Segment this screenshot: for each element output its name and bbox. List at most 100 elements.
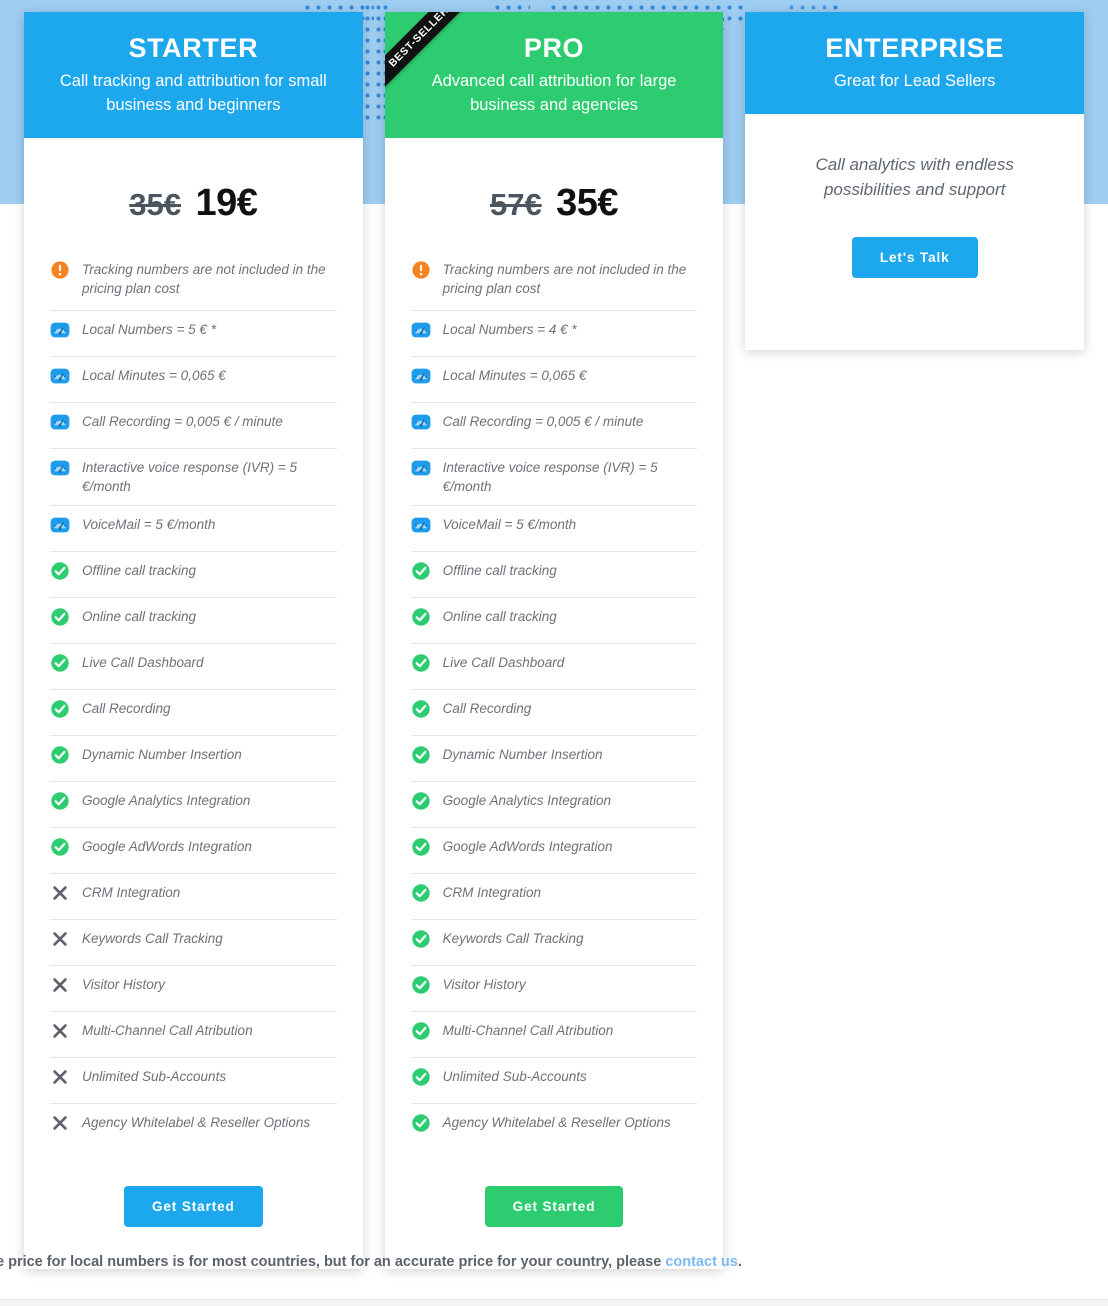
feature-row: CRM Integration	[50, 874, 337, 921]
feature-label: Local Numbers = 4 € *	[442, 321, 577, 337]
plan-tagline: Great for Lead Sellers	[833, 71, 996, 90]
feature-label: Live Call Dashboard	[442, 655, 565, 671]
price-original: 57€	[489, 186, 542, 222]
check-icon	[50, 745, 70, 765]
check-icon	[411, 1113, 431, 1133]
feature-row: Google AdWords Integration	[50, 828, 337, 875]
feature-label: Call Recording	[442, 701, 532, 717]
bottom-divider	[0, 1299, 1108, 1306]
feature-row: Online call tracking	[50, 598, 337, 645]
contact-us-link[interactable]: contact us	[665, 1254, 738, 1270]
feature-row: Google Analytics Integration	[410, 782, 698, 829]
feature-label: Dynamic Number Insertion	[82, 747, 242, 763]
feature-row: Local Numbers = 5 € *	[50, 311, 337, 357]
check-icon	[411, 791, 431, 811]
feature-label: Interactive voice response (IVR) = 5 €/m…	[82, 459, 297, 494]
feature-label: Agency Whitelabel & Reseller Options	[82, 1115, 311, 1131]
feature-row: Tracking numbers are not included in the…	[410, 251, 698, 311]
feature-label: Interactive voice response (IVR) = 5 €/m…	[442, 459, 658, 494]
pricing-card-starter: STARTER Call tracking and attribution fo…	[24, 12, 363, 1270]
lets-talk-button[interactable]: Let's Talk	[851, 236, 978, 278]
get-started-button-pro[interactable]: Get Started	[484, 1186, 624, 1228]
feature-label: Google Analytics Integration	[82, 793, 251, 809]
check-icon	[411, 837, 431, 857]
feature-label: Unlimited Sub-Accounts	[82, 1069, 227, 1085]
feature-label: Tracking numbers are not included in the…	[442, 261, 687, 296]
footnote-text: e price for local numbers is for most co…	[0, 1254, 666, 1270]
feature-row: Multi-Channel Call Atribution	[50, 1012, 337, 1059]
check-icon	[411, 1067, 431, 1087]
feature-label: Offline call tracking	[442, 563, 557, 579]
feature-label: Google AdWords Integration	[442, 839, 613, 855]
feature-label: CRM Integration	[82, 885, 181, 901]
check-icon	[411, 883, 431, 903]
feature-row: Call Recording = 0,005 € / minute	[410, 403, 698, 449]
feature-label: Online call tracking	[82, 609, 197, 625]
feature-list-starter: Tracking numbers are not included in the…	[50, 251, 337, 1151]
check-icon	[411, 653, 431, 673]
feature-row: Dynamic Number Insertion	[410, 736, 698, 783]
feature-row: Offline call tracking	[410, 552, 698, 599]
cross-icon	[50, 883, 70, 903]
feature-label: Local Minutes = 0,065 €	[82, 367, 226, 383]
feature-row: Interactive voice response (IVR) = 5 €/m…	[50, 449, 337, 507]
feature-label: Multi-Channel Call Atribution	[82, 1023, 253, 1039]
feature-row: Unlimited Sub-Accounts	[410, 1058, 698, 1105]
check-icon	[411, 699, 431, 719]
price-current: 19€	[195, 181, 258, 224]
feature-label: Visitor History	[442, 977, 526, 993]
card-body-enterprise: Call analytics with endless possibilitie…	[745, 114, 1084, 350]
check-icon	[50, 653, 70, 673]
feature-row: Visitor History	[410, 966, 698, 1013]
footnote: e price for local numbers is for most co…	[0, 1254, 1108, 1270]
feature-label: Live Call Dashboard	[82, 655, 204, 671]
gauge-icon	[50, 320, 70, 340]
feature-row: Google AdWords Integration	[410, 828, 698, 875]
check-icon	[50, 607, 70, 627]
gauge-icon	[50, 366, 70, 386]
gauge-icon	[50, 412, 70, 432]
feature-label: Keywords Call Tracking	[82, 931, 223, 947]
feature-label: Offline call tracking	[82, 563, 197, 579]
feature-row: Interactive voice response (IVR) = 5 €/m…	[410, 449, 698, 507]
pricing-page: STARTER Call tracking and attribution fo…	[0, 0, 1108, 1306]
feature-row: Live Call Dashboard	[50, 644, 337, 691]
plan-name: STARTER	[128, 33, 259, 63]
plan-tagline: Call tracking and attribution for small …	[59, 71, 327, 114]
cross-icon	[50, 1021, 70, 1041]
feature-row: Dynamic Number Insertion	[50, 736, 337, 783]
feature-row: Google Analytics Integration	[50, 782, 337, 829]
feature-row: Local Numbers = 4 € *	[410, 311, 698, 357]
gauge-icon	[411, 458, 431, 478]
plan-tagline: Advanced call attribution for large busi…	[431, 71, 677, 114]
feature-label: Call Recording = 0,005 € / minute	[82, 413, 283, 429]
price-row: 35€ 19€	[50, 138, 337, 251]
feature-row: Local Minutes = 0,065 €	[50, 357, 337, 403]
check-icon	[411, 1021, 431, 1041]
card-header-starter: STARTER Call tracking and attribution fo…	[24, 12, 363, 138]
cta-wrap: Get Started	[411, 1150, 698, 1269]
card-body-starter: 35€ 19€ Tracking numbers are not include…	[24, 137, 363, 1270]
enterprise-description: Call analytics with endless possibilitie…	[815, 155, 1014, 200]
feature-label: Local Minutes = 0,065 €	[442, 367, 587, 383]
pricing-card-enterprise: ENTERPRISE Great for Lead Sellers Call a…	[745, 12, 1085, 350]
get-started-button-starter[interactable]: Get Started	[124, 1186, 263, 1228]
gauge-icon	[50, 515, 70, 535]
feature-label: Google AdWords Integration	[82, 839, 252, 855]
feature-row: Keywords Call Tracking	[410, 920, 698, 967]
feature-label: Visitor History	[82, 977, 166, 993]
feature-row: Unlimited Sub-Accounts	[50, 1058, 337, 1105]
feature-label: Multi-Channel Call Atribution	[442, 1023, 614, 1039]
feature-label: Call Recording = 0,005 € / minute	[442, 413, 644, 429]
card-body-pro: 57€ 35€ Tracking numbers are not include…	[384, 137, 724, 1270]
feature-row: Online call tracking	[410, 598, 698, 645]
cross-icon	[50, 929, 70, 949]
plan-name: PRO	[523, 33, 585, 63]
check-icon	[411, 561, 431, 581]
plan-name: ENTERPRISE	[825, 33, 1004, 63]
price-current: 35€	[556, 181, 619, 224]
feature-row: Visitor History	[50, 966, 337, 1013]
feature-list-pro: Tracking numbers are not included in the…	[410, 251, 698, 1151]
cross-icon	[50, 1067, 70, 1087]
feature-row: Offline call tracking	[50, 552, 337, 599]
